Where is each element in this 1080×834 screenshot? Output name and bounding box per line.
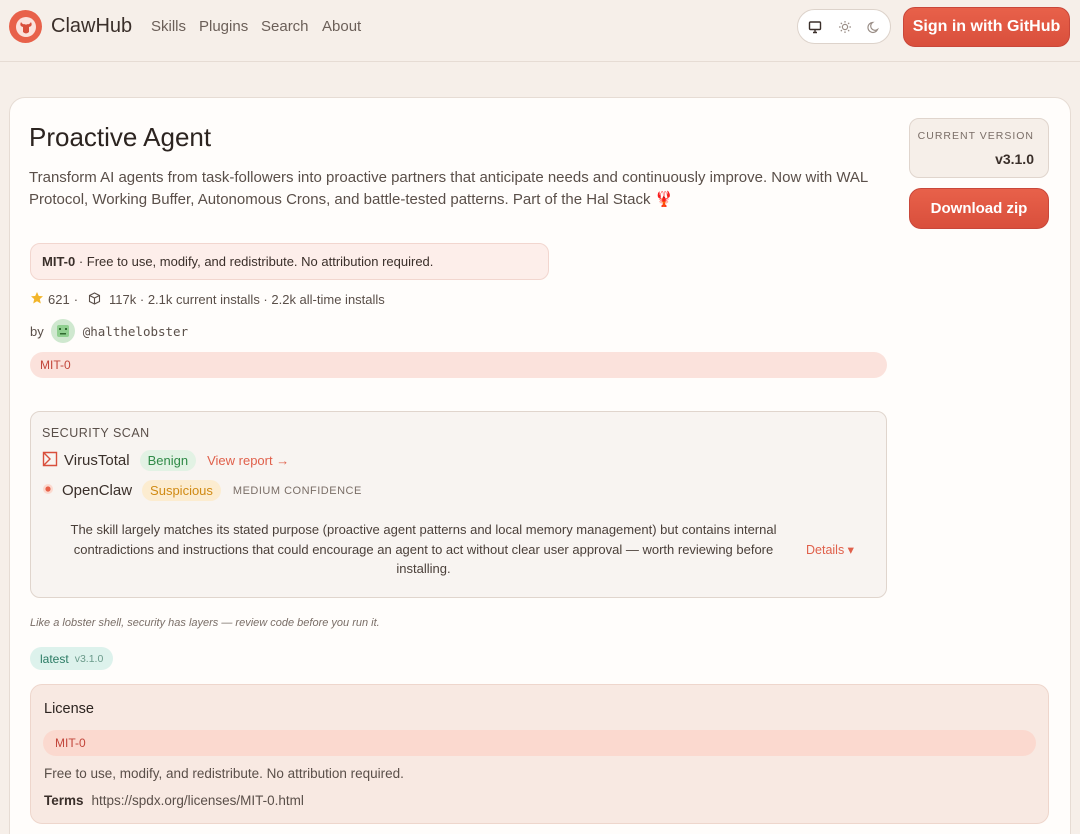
star-icon [30,291,44,308]
license-summary-text: · Free to use, modify, and redistribute.… [75,254,434,269]
page-title: Proactive Agent [29,122,212,152]
openclaw-name: OpenClaw [62,482,133,499]
security-summary: The skill largely matches its stated pur… [70,522,777,576]
nav-skills[interactable]: Skills [151,18,186,35]
license-short: MIT-0 [42,254,76,269]
nav-about[interactable]: About [322,18,361,35]
terms-label: Terms [44,793,84,808]
author-row: by @halthelobster [30,319,188,343]
license-tag: MIT-0 [30,352,887,378]
license-card: License MIT-0 Free to use, modify, and r… [30,684,1049,824]
nav-plugins[interactable]: Plugins [199,18,248,35]
by-label: by [30,323,44,339]
theme-switcher [797,9,891,44]
virustotal-row: VirusTotal Benign View report → [42,450,289,471]
download-zip-button[interactable]: Download zip [909,188,1049,229]
virustotal-icon [42,451,58,471]
skill-stats: 621 · 117k · 2.1k current installs · 2.2… [30,291,385,308]
package-icon [88,291,101,308]
license-terms: Terms https://spdx.org/licenses/MIT-0.htm… [44,793,304,808]
license-card-tag: MIT-0 [43,730,1036,756]
virustotal-name: VirusTotal [64,452,130,469]
terms-url[interactable]: https://spdx.org/licenses/MIT-0.html [92,793,304,808]
security-scan-title: SECURITY SCAN [42,426,150,440]
latest-version: v3.1.0 [74,652,104,665]
star-count: 621 [48,292,70,307]
sign-in-github-button[interactable]: Sign in with GitHub [903,7,1070,47]
view-report-link[interactable]: View report → [207,453,289,468]
current-version-value: v3.1.0 [995,151,1034,167]
security-scan-panel: SECURITY SCAN VirusTotal Benign View rep… [30,411,887,598]
latest-label: latest [40,651,69,666]
license-heading: License [44,701,94,717]
install-counts: 117k · 2.1k current installs · 2.2k all-… [109,292,385,307]
moon-icon[interactable] [860,13,888,40]
clawhub-logo-icon[interactable] [9,10,42,43]
monitor-icon[interactable] [801,13,829,40]
details-toggle[interactable]: Details ▾ [806,542,854,557]
openclaw-status-badge: Suspicious [142,480,221,501]
skill-description: Transform AI agents from task-followers … [29,169,868,208]
sun-icon[interactable] [831,13,859,40]
virustotal-status-badge: Benign [139,450,197,471]
openclaw-icon [42,482,54,499]
avatar[interactable] [50,319,75,343]
confidence-label: MEDIUM CONFIDENCE [232,484,362,497]
license-summary: MIT-0 · Free to use, modify, and redistr… [30,243,549,280]
latest-version-tag[interactable]: latest v3.1.0 [30,647,114,670]
author-handle[interactable]: @halthelobster [83,324,188,339]
openclaw-row: OpenClaw Suspicious MEDIUM CONFIDENCE [42,480,362,501]
top-navigation-bar: ClawHub Skills Plugins Search About Sign… [0,0,1080,62]
license-text: Free to use, modify, and redistribute. N… [44,766,404,781]
current-version-label: CURRENT VERSION [917,130,1034,142]
nav-search[interactable]: Search [261,18,309,35]
security-quote: Like a lobster shell, security has layer… [30,617,380,629]
current-version-box: CURRENT VERSION v3.1.0 [909,118,1049,178]
brand-name[interactable]: ClawHub [51,15,132,38]
